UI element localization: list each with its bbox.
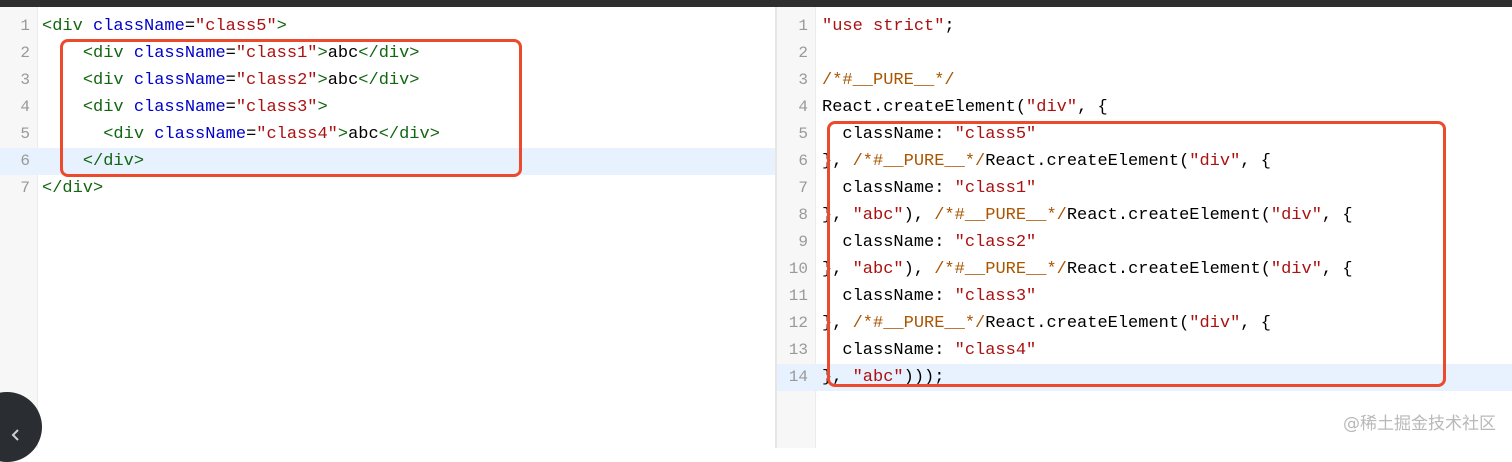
code-token: ;: [944, 17, 955, 36]
code-line[interactable]: 7 </div>: [0, 175, 775, 202]
line-number: 11: [788, 287, 808, 305]
line-number: 12: [788, 314, 808, 332]
line-number: 2: [798, 44, 808, 62]
code-line[interactable]: 1 "use strict";: [777, 13, 1512, 40]
code-token: "use strict": [822, 17, 945, 36]
line-number: 3: [798, 71, 808, 89]
line-number: 4: [798, 98, 808, 116]
line-number: 8: [798, 206, 808, 224]
line-number: 6: [20, 152, 30, 170]
compiled-output-editor[interactable]: 1 "use strict"; 2 3 /*#__PURE__*/ 4 React.crea…: [777, 7, 1512, 448]
line-number: 10: [788, 260, 808, 278]
line-number: 13: [788, 341, 808, 359]
line-number: 7: [20, 179, 30, 197]
line-code: "use strict";: [822, 13, 955, 40]
highlight-box: [60, 39, 522, 177]
line-number: 9: [798, 233, 808, 251]
line-number: 14: [788, 368, 808, 386]
line-number: 5: [20, 125, 30, 143]
highlight-box: [827, 121, 1446, 387]
code-line[interactable]: 3 /*#__PURE__*/: [777, 67, 1512, 94]
line-code: React.createElement("div", {: [822, 94, 1108, 121]
line-number: 3: [20, 71, 30, 89]
line-number: 1: [798, 17, 808, 35]
chevron-left-icon[interactable]: [8, 427, 26, 445]
line-number: 7: [798, 179, 808, 197]
jsx-source-editor[interactable]: 1 <div className="class5"> 2 <div classNam…: [0, 7, 775, 448]
line-code: </div>: [42, 175, 103, 202]
code-line[interactable]: 1 <div className="class5">: [0, 13, 775, 40]
line-code: /*#__PURE__*/: [822, 67, 955, 94]
line-number: 4: [20, 98, 30, 116]
code-token: React.createElement(: [822, 98, 1027, 117]
line-code: <div className="class5">: [42, 13, 287, 40]
line-number: 5: [798, 125, 808, 143]
code-token: , {: [1077, 98, 1108, 117]
line-number: 6: [798, 152, 808, 170]
line-number: 2: [20, 44, 30, 62]
code-token: /*#__PURE__*/: [822, 71, 955, 90]
code-token: <div: [42, 17, 94, 36]
code-token: >: [276, 17, 287, 36]
code-line[interactable]: 4 React.createElement("div", {: [777, 94, 1512, 121]
code-token: "class5": [195, 17, 277, 36]
code-token: </div>: [42, 179, 104, 198]
window-top-bar: [0, 0, 1512, 7]
code-token: className: [93, 17, 185, 36]
code-token: "div": [1026, 98, 1078, 117]
line-number: 1: [20, 17, 30, 35]
watermark: @稀土掘金技术社区: [1343, 414, 1496, 434]
code-token: =: [184, 17, 196, 36]
code-line[interactable]: 2: [777, 40, 1512, 67]
